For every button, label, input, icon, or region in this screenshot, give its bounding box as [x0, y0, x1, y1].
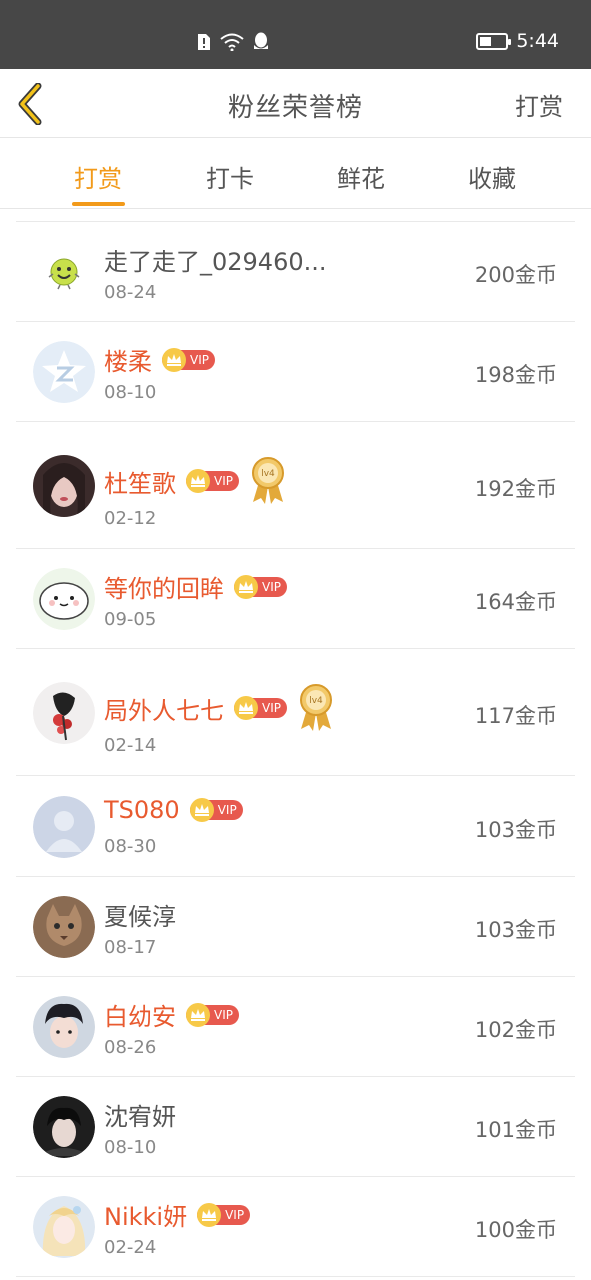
- list-item[interactable]: 走了走了_029460... 08-24 200金币: [16, 222, 575, 322]
- name-line: 夏候淳: [104, 897, 176, 932]
- name-line: TS080 VIP: [104, 796, 243, 824]
- list-item[interactable]: 沈宥妍 08-10 101金币: [16, 1077, 575, 1177]
- coin-amount: 192金币: [474, 477, 557, 501]
- user-name[interactable]: 局外人七七: [104, 691, 224, 726]
- vip-badge: VIP: [186, 1002, 239, 1027]
- coin-amount: 101金币: [474, 1118, 557, 1142]
- avatar[interactable]: [33, 796, 95, 858]
- user-name[interactable]: 杜笙歌: [104, 464, 176, 499]
- reward-date: 02-14: [104, 735, 157, 756]
- coin-amount: 164金币: [474, 590, 557, 614]
- avatar[interactable]: [33, 1196, 95, 1258]
- avatar[interactable]: [33, 341, 95, 403]
- name-line: 局外人七七 VIP lv4: [104, 679, 335, 737]
- user-name[interactable]: 沈宥妍: [104, 1097, 176, 1132]
- reward-date: 08-26: [104, 1037, 157, 1058]
- reward-action-button[interactable]: 打赏: [515, 87, 563, 122]
- user-name[interactable]: 等你的回眸: [104, 569, 224, 604]
- avatar[interactable]: [33, 1096, 95, 1158]
- coin-amount: 103金币: [474, 918, 557, 942]
- vip-badge-label: VIP: [225, 1207, 245, 1222]
- list-item[interactable]: TS080 VIP 08-30 103金币: [16, 776, 575, 877]
- user-name[interactable]: 走了走了_029460...: [104, 242, 327, 277]
- avatar[interactable]: [33, 241, 95, 303]
- list-item[interactable]: 夏候淳 08-17 103金币: [16, 877, 575, 977]
- qq-icon: [254, 32, 268, 49]
- coin-amount: 198金币: [474, 363, 557, 387]
- list-item[interactable]: 楼柔 VIP 08-10 198金币: [16, 322, 575, 422]
- reward-date: 08-30: [104, 836, 157, 857]
- vip-badge-label: VIP: [214, 1007, 233, 1022]
- list-item[interactable]: 等你的回眸 VIP 09-05 164金币: [16, 549, 575, 649]
- coin-amount: 102金币: [474, 1018, 557, 1042]
- vip-badge-label: VIP: [190, 352, 209, 367]
- level-medal-icon: lv4: [251, 457, 284, 504]
- tab-bar: 打赏 打卡 鲜花 收藏: [0, 139, 591, 209]
- clock: 5:44: [516, 30, 559, 52]
- list-item[interactable]: 白幼安 VIP 08-26 102金币: [16, 977, 575, 1077]
- reward-date: 08-10: [104, 1137, 157, 1158]
- name-line: 走了走了_029460...: [104, 242, 327, 277]
- user-name[interactable]: 白幼安: [104, 997, 176, 1032]
- vip-badge-label: VIP: [262, 579, 281, 594]
- avatar[interactable]: [33, 568, 95, 630]
- active-tab-indicator: [72, 202, 125, 206]
- coin-amount: 117金币: [474, 704, 557, 728]
- user-name[interactable]: Nikki妍: [104, 1197, 187, 1232]
- tab-flowers[interactable]: 鲜花: [316, 159, 406, 194]
- vip-badge: VIP: [234, 696, 287, 720]
- tab-checkin[interactable]: 打卡: [185, 159, 275, 194]
- user-name[interactable]: 楼柔: [104, 342, 152, 377]
- reward-date: 08-24: [104, 282, 157, 303]
- reward-date: 09-05: [104, 609, 157, 630]
- level-medal-icon: lv4: [299, 684, 332, 731]
- vip-badge-label: VIP: [214, 474, 233, 488]
- level-medal: lv4: [297, 683, 335, 737]
- status-bar: 5:44: [0, 0, 591, 69]
- list-item[interactable]: 局外人七七 VIP lv4 02-14 117金币: [16, 649, 575, 776]
- coin-amount: 200金币: [474, 263, 557, 287]
- avatar[interactable]: [33, 996, 95, 1058]
- vip-badge: VIP: [197, 1202, 251, 1227]
- avatar[interactable]: [33, 896, 95, 958]
- svg-text:lv4: lv4: [261, 469, 275, 479]
- vip-badge: VIP: [189, 798, 243, 822]
- tab-favorites[interactable]: 收藏: [447, 159, 537, 194]
- vip-badge: VIP: [186, 469, 239, 493]
- level-medal: lv4: [249, 456, 287, 510]
- name-line: 白幼安 VIP: [104, 997, 239, 1032]
- name-line: 等你的回眸 VIP: [104, 569, 287, 604]
- wifi-icon: [220, 33, 244, 51]
- status-icons: [197, 32, 269, 51]
- top-app-bar: 粉丝荣誉榜 打赏: [0, 69, 591, 138]
- reward-date: 02-24: [104, 1237, 157, 1258]
- avatar[interactable]: [33, 682, 95, 744]
- status-right: 5:44: [476, 30, 559, 52]
- battery-icon: [476, 32, 512, 50]
- vip-badge: VIP: [234, 574, 287, 599]
- reward-date: 08-17: [104, 937, 157, 958]
- tab-reward[interactable]: 打赏: [53, 159, 143, 194]
- name-line: 沈宥妍: [104, 1097, 176, 1132]
- reward-date: 08-10: [104, 382, 157, 403]
- user-name[interactable]: TS080: [104, 796, 180, 824]
- svg-text:lv4: lv4: [309, 696, 323, 706]
- vip-badge-label: VIP: [262, 701, 281, 715]
- name-line: 楼柔 VIP: [104, 342, 215, 377]
- coin-amount: 100金币: [474, 1218, 557, 1242]
- list-item[interactable]: Nikki妍 VIP 02-24 100金币: [16, 1177, 575, 1277]
- name-line: 杜笙歌 VIP lv4: [104, 452, 287, 510]
- name-line: Nikki妍 VIP: [104, 1197, 251, 1232]
- fan-ranking-list: 走了走了_029460... 08-24 200金币楼柔 VIP 08-10 198金币杜…: [16, 221, 575, 1277]
- avatar[interactable]: [33, 455, 95, 517]
- vip-badge: VIP: [162, 347, 215, 372]
- sim-alert-icon: [198, 33, 210, 50]
- page-title: 粉丝荣誉榜: [227, 93, 363, 123]
- list-item[interactable]: 杜笙歌 VIP lv4 02-12 192金币: [16, 422, 575, 549]
- user-name[interactable]: 夏候淳: [104, 897, 176, 932]
- coin-amount: 103金币: [474, 818, 557, 842]
- reward-date: 02-12: [104, 508, 157, 529]
- vip-badge-label: VIP: [217, 803, 237, 817]
